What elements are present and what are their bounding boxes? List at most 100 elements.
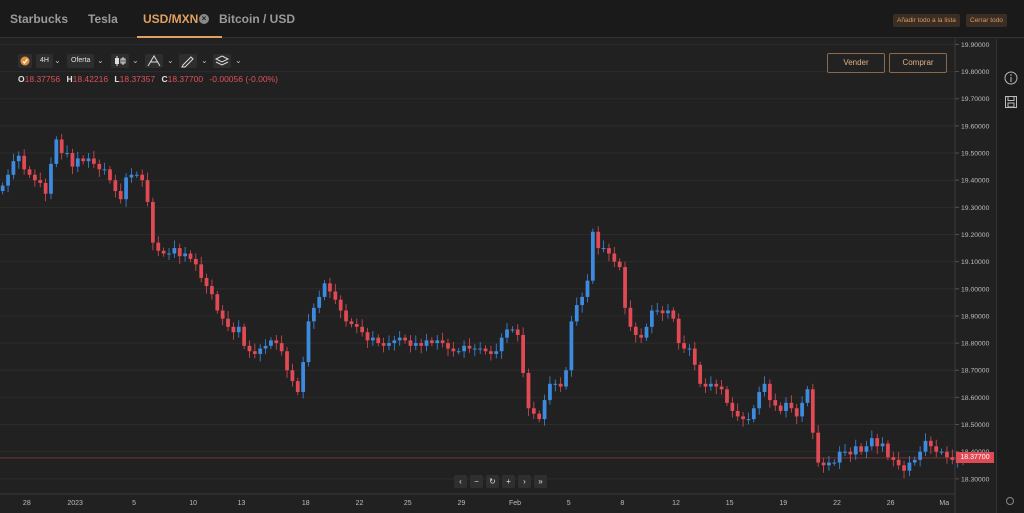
candle-body bbox=[151, 201, 155, 243]
x-tick-label: 5 bbox=[567, 500, 571, 507]
chevron-down-icon[interactable]: ⌄ bbox=[235, 54, 242, 68]
candle-body bbox=[413, 343, 418, 346]
current-price-tag: 18.37700 bbox=[956, 452, 994, 464]
scroll-left-button[interactable]: ‹ bbox=[454, 475, 467, 488]
y-tick-label: 19.60000 bbox=[961, 123, 990, 130]
candle-body bbox=[59, 139, 64, 154]
x-tick-label: 25 bbox=[404, 500, 412, 507]
candle-body bbox=[49, 163, 53, 194]
candle-body bbox=[269, 340, 273, 346]
candle-body bbox=[11, 161, 16, 175]
add-all-to-list-button[interactable]: Añadir todo a la lista bbox=[893, 14, 960, 27]
candle-body bbox=[709, 383, 713, 387]
candle-body bbox=[210, 286, 214, 295]
candle-body bbox=[489, 351, 493, 354]
candle-body bbox=[725, 389, 729, 403]
candle-body bbox=[328, 283, 332, 292]
candle-body bbox=[371, 337, 375, 341]
candle-body bbox=[505, 329, 509, 338]
candle-body bbox=[381, 343, 386, 346]
chevron-down-icon[interactable]: ⌄ bbox=[97, 54, 104, 68]
scroll-right-button[interactable]: › bbox=[518, 475, 531, 488]
candle-body bbox=[687, 348, 692, 350]
x-tick-label: 2023 bbox=[67, 500, 83, 507]
chevron-down-icon[interactable]: ⌄ bbox=[201, 54, 208, 68]
candle-body bbox=[387, 343, 391, 346]
high-value: 18.42216 bbox=[72, 74, 109, 84]
scroll-to-end-button[interactable]: » bbox=[534, 475, 547, 488]
close-all-button[interactable]: Cerrar todo bbox=[966, 14, 1007, 27]
candle-body bbox=[220, 310, 225, 319]
candle-body bbox=[859, 446, 863, 452]
candle-body bbox=[800, 402, 804, 417]
y-tick-label: 19.00000 bbox=[961, 286, 990, 293]
sell-button[interactable]: Vender bbox=[827, 53, 885, 73]
chevron-down-icon[interactable]: ⌄ bbox=[167, 54, 174, 68]
tab-bitcoin-usd[interactable]: Bitcoin / USD bbox=[219, 0, 295, 38]
indicators-button[interactable] bbox=[145, 54, 163, 68]
candle-body bbox=[762, 383, 767, 392]
chart-panel[interactable]: 19.90000 19.80000 19.70000 19.60000 19.50000… bbox=[0, 39, 996, 513]
candles-button[interactable] bbox=[111, 54, 129, 68]
candle-body bbox=[666, 310, 670, 314]
symbol-logo-button[interactable] bbox=[18, 54, 32, 68]
settings-circle-icon[interactable] bbox=[1005, 496, 1015, 506]
info-icon[interactable] bbox=[1004, 71, 1018, 85]
save-icon[interactable] bbox=[1004, 95, 1018, 109]
candle-body bbox=[317, 296, 322, 308]
candle-body bbox=[907, 462, 912, 471]
candle-body bbox=[177, 248, 182, 257]
candle-body bbox=[698, 364, 703, 384]
tab-starbucks[interactable]: Starbucks bbox=[10, 0, 68, 38]
x-tick-label: Ma bbox=[939, 500, 949, 507]
zoom-out-button[interactable]: − bbox=[470, 475, 483, 488]
candle-body bbox=[81, 158, 86, 162]
candle-body bbox=[483, 348, 488, 352]
open-value: 18.37756 bbox=[24, 74, 61, 84]
candle-body bbox=[778, 405, 783, 411]
candle-body bbox=[0, 185, 5, 192]
candle-body bbox=[338, 299, 343, 311]
price-chart[interactable]: 19.90000 19.80000 19.70000 19.60000 19.50000… bbox=[0, 39, 996, 513]
right-sidebar bbox=[996, 39, 1024, 513]
candle-body bbox=[564, 370, 568, 387]
close-tab-icon[interactable]: × bbox=[199, 14, 209, 24]
candle-body bbox=[344, 310, 348, 322]
trading-app: Starbucks Tesla USD/MXN × Bitcoin / USD … bbox=[0, 0, 1024, 513]
candle-body bbox=[553, 383, 558, 385]
candle-body bbox=[226, 318, 230, 327]
tab-tesla[interactable]: Tesla bbox=[88, 0, 118, 38]
candle-body bbox=[607, 248, 611, 254]
candle-body bbox=[424, 340, 429, 346]
x-tick-label: 22 bbox=[833, 500, 841, 507]
candle-body bbox=[875, 438, 880, 447]
low-label: L bbox=[114, 74, 120, 84]
candle-body bbox=[397, 337, 402, 341]
y-tick-label: 19.40000 bbox=[961, 178, 990, 185]
y-tick-label: 19.90000 bbox=[961, 42, 990, 49]
draw-button[interactable] bbox=[179, 54, 197, 68]
x-tick-label: 10 bbox=[189, 500, 197, 507]
candle-body bbox=[156, 242, 161, 251]
buy-button[interactable]: Comprar bbox=[889, 53, 947, 73]
zoom-in-button[interactable]: + bbox=[502, 475, 515, 488]
candle-body bbox=[757, 391, 762, 409]
candle-body bbox=[950, 457, 955, 460]
timeframe-select[interactable]: 4H bbox=[36, 54, 53, 68]
layers-button[interactable] bbox=[213, 54, 231, 68]
price-type-select[interactable]: Oferta bbox=[67, 54, 95, 68]
candle-body bbox=[172, 248, 177, 254]
chevron-down-icon[interactable]: ⌄ bbox=[54, 54, 61, 68]
candle-body bbox=[451, 348, 456, 352]
x-tick-label: 19 bbox=[779, 500, 787, 507]
candle-body bbox=[671, 310, 676, 319]
candle-body bbox=[333, 291, 338, 300]
tab-usd-mxn[interactable]: USD/MXN bbox=[136, 0, 223, 38]
candle-body bbox=[548, 383, 552, 401]
candle-body bbox=[140, 174, 145, 181]
low-value: 18.37357 bbox=[119, 74, 156, 84]
reset-zoom-button[interactable]: ↻ bbox=[486, 475, 499, 488]
candle-body bbox=[848, 451, 853, 455]
candle-body bbox=[403, 337, 407, 341]
chevron-down-icon[interactable]: ⌄ bbox=[132, 54, 139, 68]
